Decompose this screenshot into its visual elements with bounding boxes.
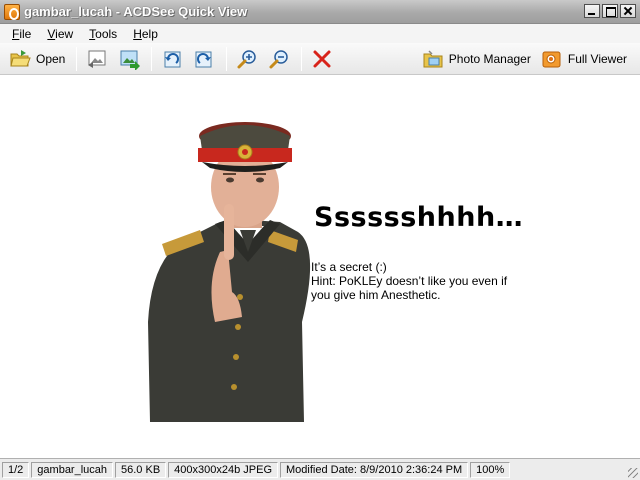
toolbar-separator: [76, 46, 78, 71]
headline-text: Sssssshhhh…: [314, 202, 524, 233]
status-file-size: 56.0 KB: [115, 461, 167, 478]
photo-manager-button[interactable]: Photo Manager: [419, 46, 534, 72]
menu-help[interactable]: Help: [125, 27, 166, 41]
rotate-left-button[interactable]: [158, 46, 186, 72]
rotate-right-button[interactable]: [190, 46, 218, 72]
status-image-index: 1/2: [2, 461, 30, 478]
status-filename: gambar_lucah: [31, 461, 114, 478]
toolbar-separator: [151, 46, 153, 71]
open-label: Open: [36, 51, 66, 66]
minimize-icon[interactable]: [584, 4, 600, 18]
close-icon[interactable]: [620, 4, 636, 18]
previous-image-icon: [88, 50, 106, 68]
zoom-in-button[interactable]: [233, 46, 261, 72]
open-folder-icon: [10, 49, 31, 66]
caption-line-3: you give him Anesthetic.: [311, 288, 441, 302]
zoom-in-icon: [237, 49, 257, 68]
full-viewer-icon: [542, 51, 561, 67]
image-viewer[interactable]: Sssssshhhh… It’s a secret (:) Hint: PoKL…: [0, 76, 640, 458]
menu-tools-label: ools: [95, 26, 118, 41]
status-modified-date: Modified Date: 8/9/2010 2:36:24 PM: [280, 461, 469, 478]
full-viewer-button[interactable]: Full Viewer: [538, 46, 630, 72]
caption-line-1: It’s a secret (:): [311, 260, 387, 274]
photo-manager-label: Photo Manager: [448, 51, 531, 66]
menu-help-accel: H: [133, 26, 142, 41]
menu-help-label: elp: [141, 26, 158, 41]
delete-button[interactable]: [308, 46, 336, 72]
status-bar: 1/2 gambar_lucah 56.0 KB 400x300x24b JPE…: [0, 458, 640, 480]
menu-file-label: ile: [19, 26, 32, 41]
resize-grip[interactable]: [628, 468, 638, 478]
menu-view-label: iew: [55, 26, 74, 41]
rotate-left-icon: [164, 51, 181, 67]
next-image-icon: [120, 50, 141, 70]
status-dimensions: 400x300x24b JPEG: [168, 461, 279, 478]
menu-tools[interactable]: Tools: [81, 27, 125, 41]
acdsee-app-icon[interactable]: [4, 4, 20, 20]
photo-manager-icon: [423, 49, 443, 67]
previous-image-button[interactable]: [83, 46, 111, 72]
toolbar: Open Photo Manager Full Viewer: [0, 43, 640, 75]
delete-icon: [313, 50, 331, 67]
zoom-out-icon: [269, 49, 289, 68]
menu-file[interactable]: File: [4, 27, 39, 41]
toolbar-separator: [226, 46, 228, 71]
menu-view-accel: V: [47, 26, 56, 41]
open-button[interactable]: Open: [6, 46, 68, 72]
title-bar[interactable]: gambar_lucah - ACDSee Quick View: [0, 0, 640, 24]
toolbar-separator: [301, 46, 303, 71]
menu-view[interactable]: View: [39, 27, 81, 41]
status-zoom-level: 100%: [470, 461, 511, 478]
menu-bar: File View Tools Help: [0, 24, 640, 43]
maximize-icon[interactable]: [602, 4, 618, 18]
full-viewer-label: Full Viewer: [567, 51, 627, 66]
caption-text: It’s a secret (:) Hint: PoKLEy doesn’t l…: [311, 260, 507, 302]
window-controls: [584, 4, 636, 18]
rotate-right-icon: [195, 51, 212, 67]
next-image-button[interactable]: [115, 46, 143, 72]
zoom-out-button[interactable]: [265, 46, 293, 72]
toolbar-right-group: Photo Manager Full Viewer: [419, 46, 640, 72]
window-title: gambar_lucah - ACDSee Quick View: [24, 4, 248, 19]
caption-line-2: Hint: PoKLEy doesn’t like you even if: [311, 274, 508, 288]
